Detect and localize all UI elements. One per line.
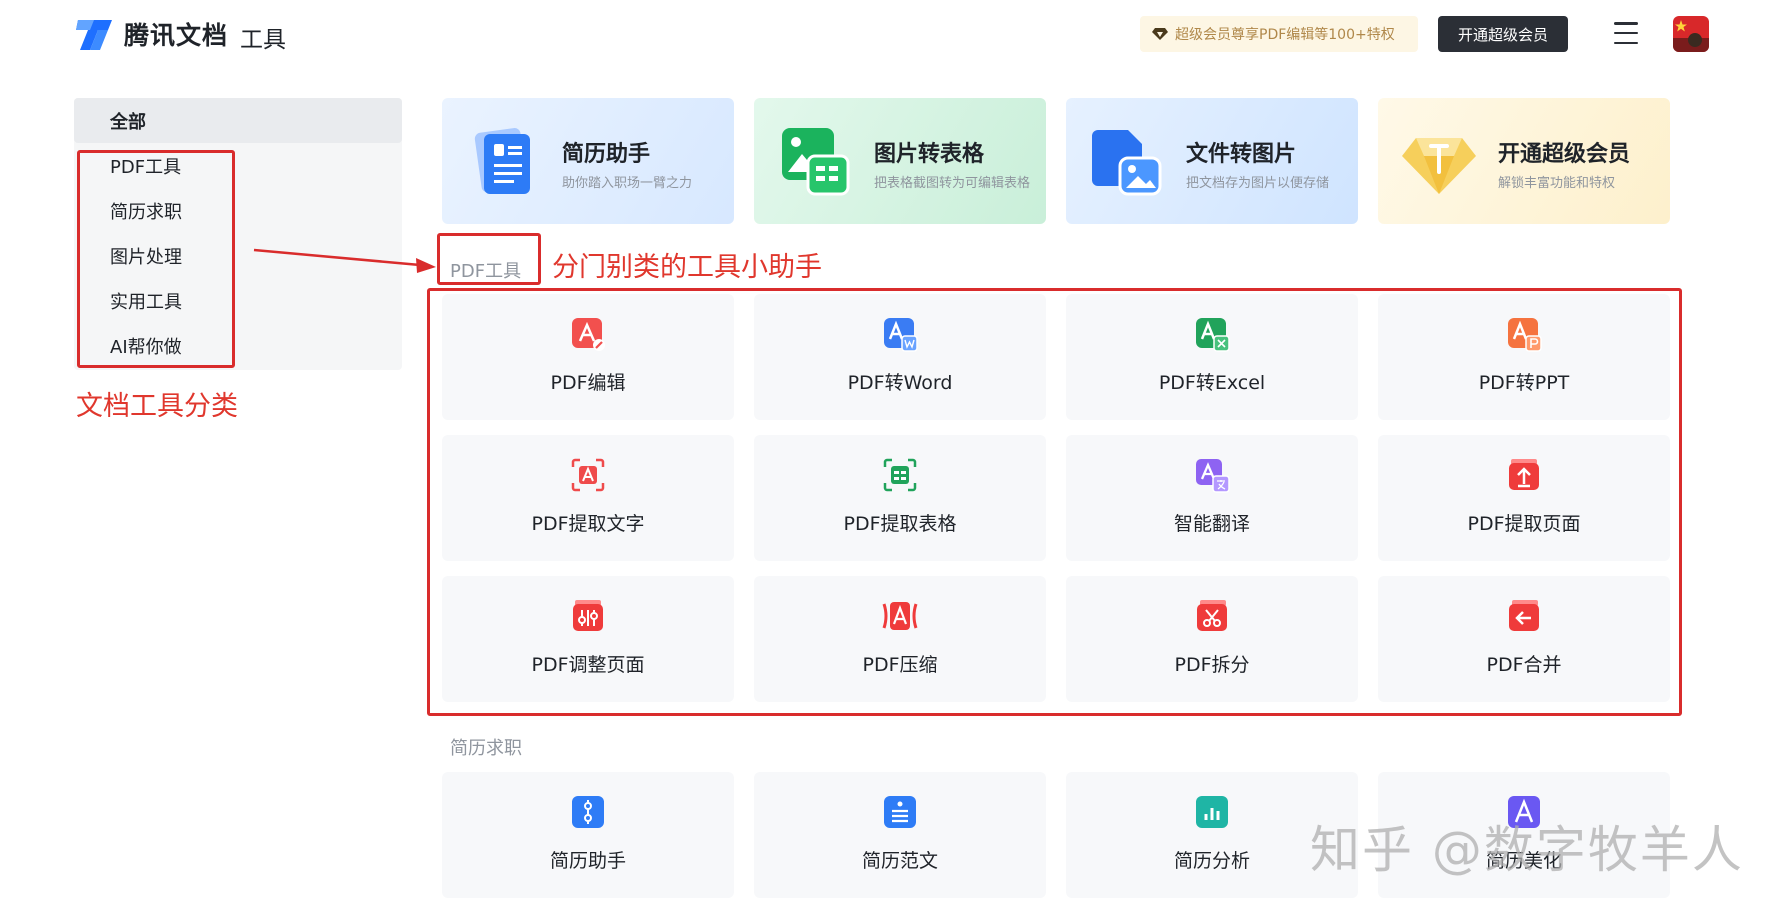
- tool-label: 简历范文: [861, 850, 938, 872]
- tool-label: PDF合并: [1486, 654, 1562, 676]
- pdf-compress-icon: [882, 602, 918, 630]
- tool-label: PDF拆分: [1174, 654, 1250, 676]
- tool-card-pdf-extract-page[interactable]: PDF提取页面: [1378, 435, 1670, 561]
- tool-card-pdf-adjust-page[interactable]: PDF调整页面: [442, 576, 734, 702]
- tool-card-pdf-extract-text[interactable]: PDF提取文字: [442, 435, 734, 561]
- pdf-split-icon: [1197, 600, 1227, 631]
- banner-title: 简历助手: [562, 142, 651, 167]
- file-to-image-icon: [1092, 130, 1162, 196]
- tool-label: PDF编辑: [550, 372, 626, 394]
- tool-label: 简历助手: [549, 850, 626, 872]
- resume-analysis-icon: [1196, 796, 1228, 828]
- tool-label: PDF提取表格: [843, 513, 957, 535]
- tool-card-pdf-extract-table[interactable]: PDF提取表格: [754, 435, 1046, 561]
- tool-label: 智能翻译: [1173, 513, 1250, 535]
- banner-subtitle: 把表格截图转为可编辑表格: [874, 176, 1031, 191]
- tool-label: PDF提取文字: [531, 513, 645, 535]
- resume-template-icon: [884, 796, 916, 828]
- image-to-table-icon: [782, 128, 850, 196]
- tool-label: PDF调整页面: [531, 654, 645, 676]
- tool-card-pdf-edit[interactable]: PDF编辑: [442, 294, 734, 420]
- pdf-adjust-page-icon: [573, 600, 603, 631]
- tool-card-pdf-to-word[interactable]: PDF转Word: [754, 294, 1046, 420]
- banner-title: 文件转图片: [1186, 142, 1297, 167]
- tool-card-pdf-to-ppt[interactable]: PDF转PPT: [1378, 294, 1670, 420]
- sidebar-item-all[interactable]: 全部: [74, 98, 402, 143]
- banner-subtitle: 助你踏入职场一臂之力: [562, 176, 693, 191]
- tool-label: PDF转Word: [847, 372, 953, 394]
- pdf-to-excel-icon: [1196, 318, 1230, 352]
- watermark-text: 知乎 @数字牧羊人: [1310, 821, 1744, 879]
- hamburger-menu-icon[interactable]: [1614, 22, 1638, 44]
- tool-card-pdf-merge[interactable]: PDF合并: [1378, 576, 1670, 702]
- pdf-edit-icon: [572, 318, 605, 351]
- tool-label: PDF提取页面: [1467, 513, 1581, 535]
- banner-subtitle: 解锁丰富功能和特权: [1498, 176, 1616, 191]
- tool-card-resume-template[interactable]: 简历范文: [754, 772, 1046, 898]
- section-title-pdf-tools: PDF工具: [450, 261, 522, 282]
- annotation-arrow-icon: [253, 248, 436, 273]
- banner-subtitle: 把文档存为图片以便存储: [1186, 176, 1330, 191]
- diamond-icon: [1152, 27, 1168, 41]
- resume-assistant-icon: [572, 796, 604, 828]
- banner-resume-assistant[interactable]: 简历助手 助你踏入职场一臂之力: [442, 98, 734, 224]
- tencent-docs-logo-icon: [76, 20, 112, 50]
- annotation-category-label: 文档工具分类: [76, 391, 238, 422]
- pdf-extract-table-icon: [883, 458, 917, 492]
- app-subtitle: 工具: [240, 26, 287, 53]
- vip-promo-banner[interactable]: 超级会员尊享PDF编辑等100+特权: [1140, 16, 1418, 52]
- pdf-extract-text-icon: [571, 458, 605, 492]
- tool-card-resume-assistant[interactable]: 简历助手: [442, 772, 734, 898]
- pdf-to-word-icon: [884, 318, 918, 352]
- app-name: 腾讯文档: [124, 21, 229, 50]
- tool-label: PDF转Excel: [1158, 372, 1266, 394]
- banner-image-to-table[interactable]: 图片转表格 把表格截图转为可编辑表格: [754, 98, 1046, 224]
- banner-file-to-image[interactable]: 文件转图片 把文档存为图片以便存储: [1066, 98, 1358, 224]
- tool-card-pdf-split[interactable]: PDF拆分: [1066, 576, 1358, 702]
- user-avatar[interactable]: [1673, 16, 1709, 52]
- banner-super-vip[interactable]: 开通超级会员 解锁丰富功能和特权: [1378, 98, 1670, 224]
- pdf-to-ppt-icon: [1508, 318, 1542, 352]
- tool-label: PDF压缩: [862, 654, 938, 676]
- annotation-sidebar-box: [77, 150, 235, 368]
- pdf-extract-page-icon: [1509, 459, 1539, 490]
- diamond-icon: [1402, 138, 1476, 194]
- promo-text: 超级会员尊享PDF编辑等100+特权: [1175, 27, 1395, 43]
- translate-icon: [1196, 459, 1230, 493]
- resume-document-icon: [474, 128, 530, 194]
- tool-card-pdf-compress[interactable]: PDF压缩: [754, 576, 1046, 702]
- pdf-merge-icon: [1509, 600, 1539, 631]
- annotation-section-label: 分门别类的工具小助手: [552, 252, 822, 283]
- section-title-resume: 简历求职: [450, 738, 522, 759]
- open-vip-button[interactable]: 开通超级会员: [1438, 16, 1568, 52]
- app-logo[interactable]: 腾讯文档 工具: [74, 14, 286, 54]
- tool-label: PDF转PPT: [1478, 372, 1570, 394]
- banner-title: 开通超级会员: [1498, 142, 1631, 167]
- tool-card-smart-translate[interactable]: 智能翻译: [1066, 435, 1358, 561]
- banner-title: 图片转表格: [874, 142, 985, 167]
- tool-card-pdf-to-excel[interactable]: PDF转Excel: [1066, 294, 1358, 420]
